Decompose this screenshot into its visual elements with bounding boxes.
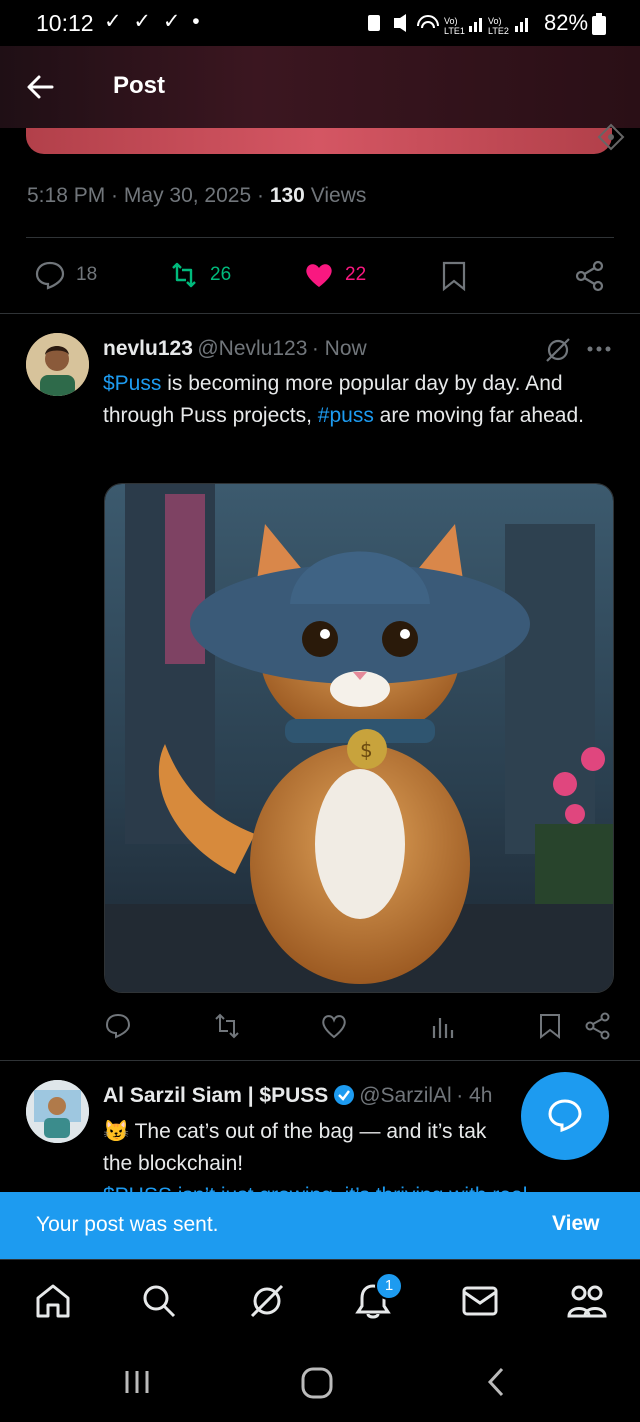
author-handle[interactable]: @SarzilAl — [359, 1084, 452, 1107]
post-image-bottom-edge — [26, 128, 612, 154]
communities-icon[interactable] — [566, 1282, 608, 1320]
reply-text: $Puss is becoming more popular day by da… — [103, 372, 584, 427]
more-options-icon[interactable] — [586, 344, 612, 354]
reply-icon[interactable] — [104, 1012, 132, 1040]
status-signal-icons: Vo) LTE1 Vo) LTE2 — [368, 14, 528, 36]
cat-in-hat-illustration: $ — [105, 484, 613, 992]
repost-count: 26 — [210, 264, 232, 285]
svg-text:$: $ — [360, 738, 373, 762]
views-count: 130 — [269, 184, 305, 207]
bookmark-icon[interactable] — [538, 1012, 562, 1040]
home-icon[interactable] — [34, 1282, 72, 1320]
post-image[interactable]: $ — [104, 483, 614, 993]
reply-icon — [35, 261, 65, 290]
search-icon[interactable] — [140, 1282, 178, 1320]
post-time: 5:18 PM — [27, 184, 106, 207]
reply-text-line3: $PUSS isn’t just growing, it’s thriving … — [103, 1180, 618, 1192]
reply-count: 18 — [76, 264, 98, 285]
bottom-navigation — [0, 1259, 640, 1345]
svg-text:LTE1: LTE1 — [444, 26, 465, 36]
divider — [0, 313, 640, 314]
svg-text:Vo): Vo) — [444, 16, 458, 26]
snackbar-view-button[interactable]: View — [552, 1212, 599, 1236]
svg-text:Vo): Vo) — [488, 16, 502, 26]
status-notification-icons: ✓ ✓ ✓ • — [104, 10, 203, 33]
post-time: 4h — [469, 1084, 493, 1107]
home-button-icon[interactable] — [300, 1366, 334, 1400]
repost-button[interactable]: 26 — [168, 260, 231, 290]
post-date: May 30, 2025 — [123, 184, 252, 207]
grok-diamond-icon[interactable] — [596, 122, 626, 152]
author-handle[interactable]: @Nevlu123 — [197, 337, 307, 360]
reply-bubble-icon — [548, 1099, 582, 1133]
author-name[interactable]: Al Sarzil Siam | $PUSS — [103, 1084, 328, 1107]
back-arrow-icon[interactable] — [26, 73, 56, 101]
like-icon[interactable] — [320, 1012, 348, 1040]
reply-text-line1: 😼 The cat’s out of the bag — and it’s ta… — [103, 1120, 487, 1143]
share-icon[interactable] — [574, 260, 606, 292]
grok-nav-icon[interactable] — [248, 1282, 286, 1320]
heart-filled-icon — [306, 264, 332, 287]
repost-icon — [172, 262, 196, 288]
grok-icon[interactable] — [544, 336, 572, 364]
page-title: Post — [113, 72, 166, 99]
views-analytics-icon[interactable] — [430, 1012, 454, 1040]
like-button[interactable]: 22 — [303, 260, 366, 290]
hashtag-link[interactable]: #puss — [318, 404, 374, 427]
views-label: Views — [310, 184, 367, 207]
reply-author-line: nevlu123 @Nevlu123 · Now — [103, 337, 367, 360]
like-count: 22 — [345, 264, 367, 285]
post-timestamp-line: 5:18 PM · May 30, 2025 · 130 Views — [27, 184, 367, 207]
reply-button[interactable]: 18 — [34, 260, 97, 290]
verified-badge-icon — [333, 1085, 354, 1105]
compose-reply-button[interactable] — [521, 1072, 609, 1160]
notification-badge: 1 — [375, 1272, 403, 1300]
back-button-icon[interactable] — [484, 1366, 508, 1398]
divider — [0, 1060, 640, 1061]
avatar-image — [26, 1080, 89, 1143]
svg-text:LTE2: LTE2 — [488, 26, 509, 36]
share-icon[interactable] — [584, 1012, 612, 1040]
bookmark-icon[interactable] — [440, 260, 468, 292]
avatar[interactable] — [26, 333, 89, 396]
battery-icon — [592, 13, 606, 35]
reply-author-line: Al Sarzil Siam | $PUSS @SarzilAl · 4h — [103, 1084, 493, 1107]
avatar[interactable] — [26, 1080, 89, 1143]
battery-percentage: 82% — [544, 10, 589, 35]
repost-icon[interactable] — [212, 1012, 242, 1040]
cashtag-link[interactable]: $Puss — [103, 372, 161, 395]
divider — [26, 237, 614, 238]
messages-icon[interactable] — [461, 1284, 499, 1318]
recent-apps-icon[interactable] — [122, 1368, 154, 1396]
post-time: Now — [324, 337, 367, 360]
avatar-image — [26, 333, 89, 396]
author-name[interactable]: nevlu123 — [103, 337, 193, 360]
top-app-bar — [0, 46, 640, 128]
status-time: 10:12 — [36, 10, 94, 36]
snackbar-message: Your post was sent. — [36, 1213, 219, 1236]
